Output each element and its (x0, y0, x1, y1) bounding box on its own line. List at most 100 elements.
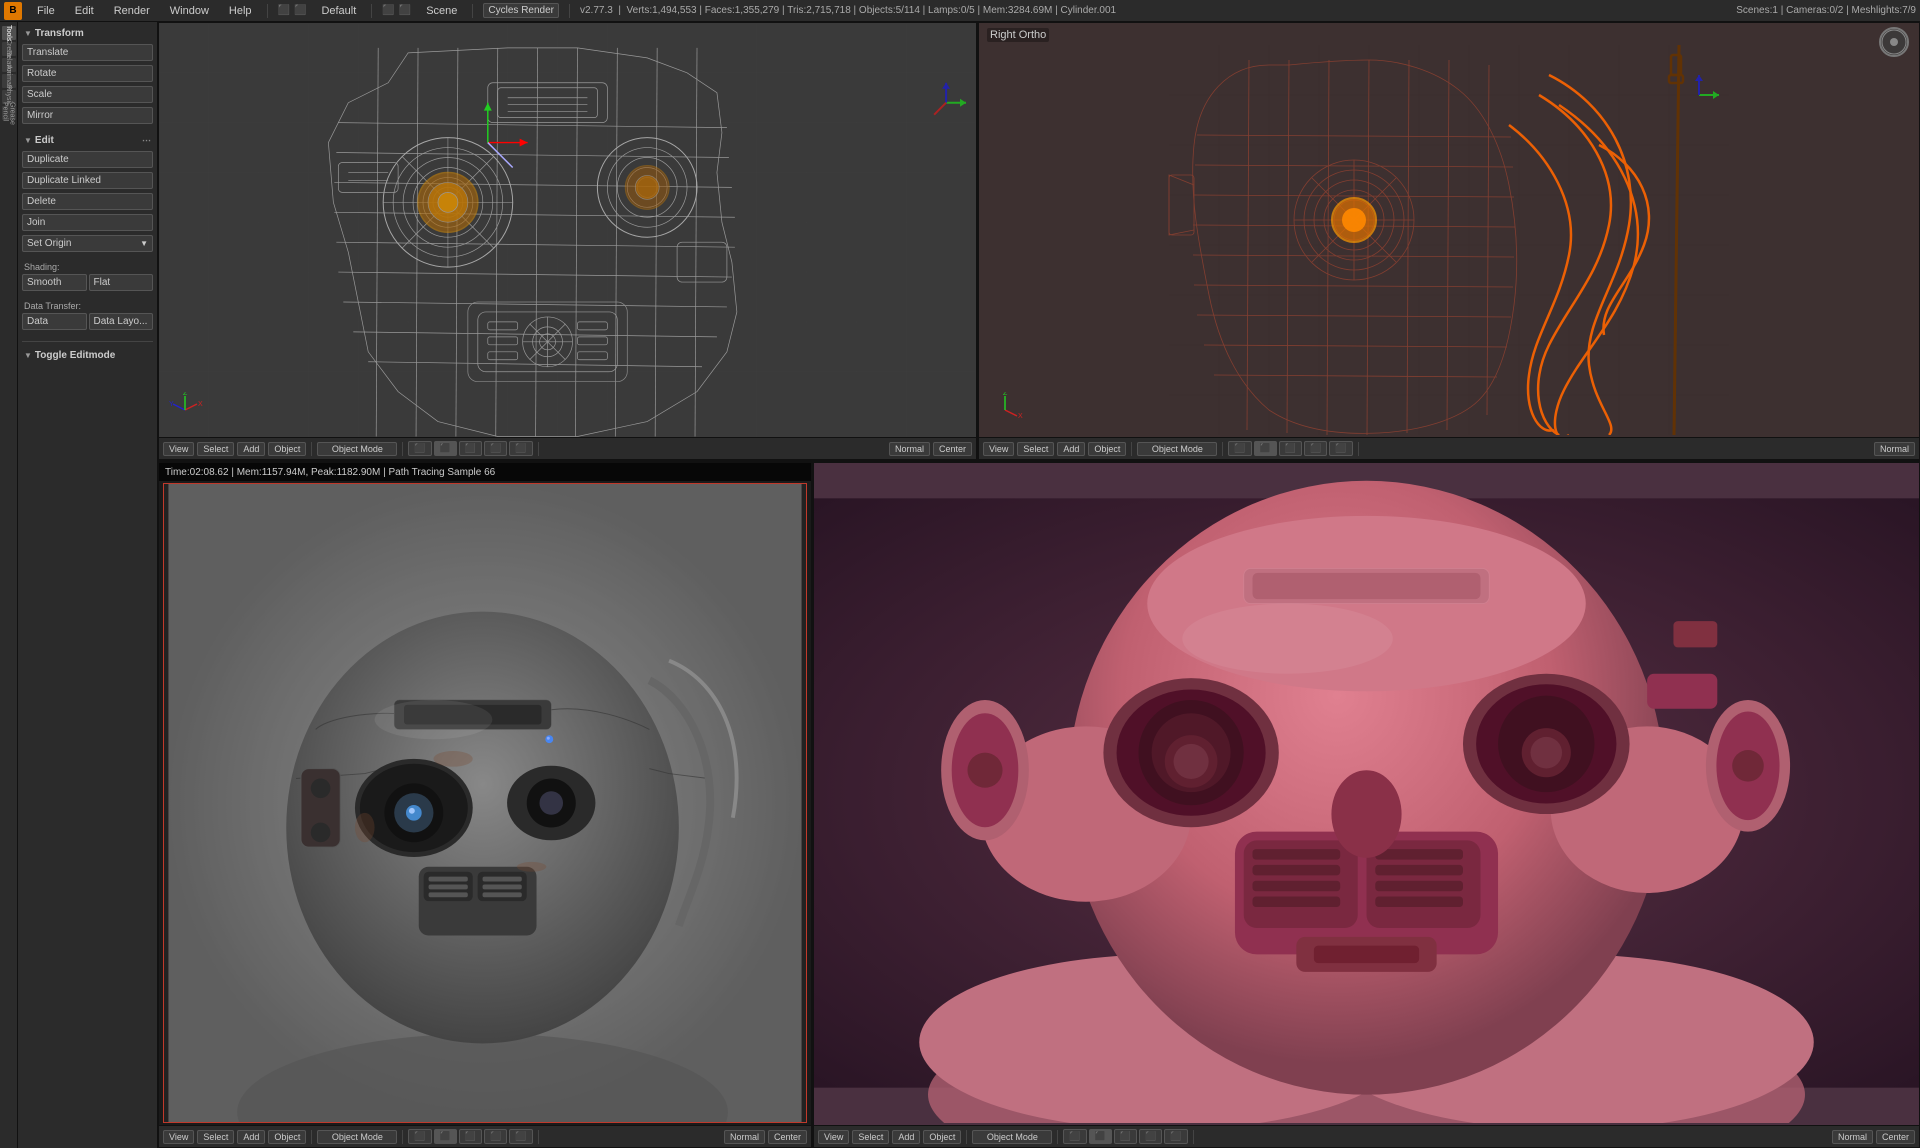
ortho-nav-widget[interactable] (1879, 27, 1909, 57)
duplicate-linked-btn[interactable]: Duplicate Linked (22, 172, 153, 189)
toggle-editmode-header[interactable]: ▼ Toggle Editmode (22, 348, 153, 363)
sculpt-object-btn[interactable]: Object (923, 1130, 961, 1144)
menu-render[interactable]: Render (109, 5, 155, 17)
scale-btn[interactable]: Scale (22, 86, 153, 103)
shading-solid-btn[interactable]: ⬛ (434, 441, 457, 456)
menu-edit[interactable]: Edit (70, 5, 99, 17)
persp-view-btn[interactable]: View (163, 442, 194, 456)
transform-header[interactable]: ▼ Transform (22, 26, 153, 41)
viewport-render[interactable]: Time:02:08.62 | Mem:1157.94M, Peak:1182.… (158, 462, 813, 1148)
persp-add-btn[interactable]: Add (237, 442, 265, 456)
tab-grease-pencil[interactable]: Grease Pencil (2, 106, 16, 120)
render-view-btn[interactable]: View (163, 1130, 194, 1144)
menu-file[interactable]: File (32, 5, 60, 17)
render-select-btn[interactable]: Select (197, 1130, 234, 1144)
shading-material-btn[interactable]: ⬛ (484, 441, 507, 456)
render-toolbar: View Select Add Object Object Mode ⬛ ⬛ ⬛… (159, 1125, 811, 1147)
svg-text:Z: Z (183, 392, 188, 397)
join-btn[interactable]: Join (22, 214, 153, 231)
persp-center-btn[interactable]: Center (933, 442, 972, 456)
ortho-wire-btn[interactable]: ⬛ (1228, 441, 1251, 456)
ortho-object-btn[interactable]: Object (1088, 442, 1126, 456)
ortho-add-btn[interactable]: Add (1057, 442, 1085, 456)
sculpt-select-btn[interactable]: Select (852, 1130, 889, 1144)
data-transfer-section: Data Transfer: Data Data Layo... (22, 300, 153, 331)
blender-icon[interactable]: B (4, 2, 22, 20)
render-tex-btn[interactable]: ⬛ (459, 1129, 482, 1144)
left-sidebar-tabs: Tools Create Relations Animation Physics… (0, 22, 18, 1148)
persp-select-btn[interactable]: Select (197, 442, 234, 456)
persp-mode-btn[interactable]: Object Mode (317, 442, 397, 456)
ortho-tex-btn[interactable]: ⬛ (1279, 441, 1302, 456)
render-add-btn[interactable]: Add (237, 1130, 265, 1144)
viewport-row-bottom: Time:02:08.62 | Mem:1157.94M, Peak:1182.… (158, 462, 1920, 1148)
ortho-mat-btn[interactable]: ⬛ (1304, 441, 1327, 456)
ortho-sep3 (1358, 442, 1359, 456)
sculpt-wire-btn[interactable]: ⬛ (1063, 1129, 1086, 1144)
menu-window[interactable]: Window (165, 5, 214, 17)
sculpt-mat-btn[interactable]: ⬛ (1139, 1129, 1162, 1144)
sculpt-rend-btn[interactable]: ⬛ (1164, 1129, 1187, 1144)
shading-wire-btn[interactable]: ⬛ (408, 441, 431, 456)
sculpt-tex-btn[interactable]: ⬛ (1114, 1129, 1137, 1144)
sculpt-toolbar: View Select Add Object Object Mode ⬛ ⬛ ⬛… (814, 1125, 1919, 1147)
toolbar-sep3 (538, 442, 539, 456)
sculpt-mode-btn[interactable]: Object Mode (972, 1130, 1052, 1144)
toggle-editmode-section: ▼ Toggle Editmode (22, 341, 153, 363)
persp-object-btn[interactable]: Object (268, 442, 306, 456)
ortho-select-btn[interactable]: Select (1017, 442, 1054, 456)
main-layout: Tools Create Relations Animation Physics… (0, 22, 1920, 1148)
sculpt-solid-btn[interactable]: ⬛ (1089, 1129, 1112, 1144)
data-btn[interactable]: Data (22, 313, 87, 330)
render-wire-btn[interactable]: ⬛ (408, 1129, 431, 1144)
mirror-btn[interactable]: Mirror (22, 107, 153, 124)
sculpt-sep3 (1193, 1130, 1194, 1144)
layout-selector[interactable]: Default (316, 5, 361, 17)
version-stats: v2.77.3 | Verts:1,494,553 | Faces:1,355,… (580, 5, 1116, 16)
ortho-solid-btn[interactable]: ⬛ (1254, 441, 1277, 456)
render-center-btn[interactable]: Center (768, 1130, 807, 1144)
render-solid-btn[interactable]: ⬛ (434, 1129, 457, 1144)
render-mat-btn[interactable]: ⬛ (484, 1129, 507, 1144)
scene-selector[interactable]: Scene (421, 5, 462, 17)
ortho-rend-btn[interactable]: ⬛ (1329, 441, 1352, 456)
engine-selector[interactable]: Cycles Render (483, 3, 559, 18)
persp-normal-btn[interactable]: Normal (889, 442, 930, 456)
sculpt-svg (814, 463, 1919, 1123)
viewport-right-ortho[interactable]: Right Ortho (978, 22, 1920, 460)
transform-arrow: ▼ (24, 29, 32, 38)
render-sep1 (311, 1130, 312, 1144)
rotate-btn[interactable]: Rotate (22, 65, 153, 82)
sculpt-view-btn[interactable]: View (818, 1130, 849, 1144)
viewport-user-persp[interactable]: User Persp (158, 22, 978, 460)
ortho-shading-btns: ⬛ ⬛ ⬛ ⬛ ⬛ (1228, 441, 1352, 456)
smooth-btn[interactable]: Smooth (22, 274, 87, 291)
svg-text:X: X (198, 401, 203, 408)
shading-label: Shading: (22, 261, 153, 273)
separator (267, 4, 268, 18)
set-origin-dropdown[interactable]: Set Origin ▼ (22, 235, 153, 252)
render-mode-btn[interactable]: Object Mode (317, 1130, 397, 1144)
sculpt-add-btn[interactable]: Add (892, 1130, 920, 1144)
sculpt-center-btn[interactable]: Center (1876, 1130, 1915, 1144)
sculpt-shading-btns: ⬛ ⬛ ⬛ ⬛ ⬛ (1063, 1129, 1187, 1144)
shading-render-btn[interactable]: ⬛ (509, 441, 532, 456)
render-object-btn[interactable]: Object (268, 1130, 306, 1144)
ortho-mode-btn[interactable]: Object Mode (1137, 442, 1217, 456)
delete-btn[interactable]: Delete (22, 193, 153, 210)
menu-help[interactable]: Help (224, 5, 257, 17)
translate-btn[interactable]: Translate (22, 44, 153, 61)
render-rend-btn[interactable]: ⬛ (509, 1129, 532, 1144)
viewport-sculpt[interactable]: View Select Add Object Object Mode ⬛ ⬛ ⬛… (813, 462, 1920, 1148)
separator3 (472, 4, 473, 18)
edit-header[interactable]: ▼ Edit ⋯ (22, 133, 153, 148)
duplicate-btn[interactable]: Duplicate (22, 151, 153, 168)
render-normal-btn[interactable]: Normal (724, 1130, 765, 1144)
shading-texture-btn[interactable]: ⬛ (459, 441, 482, 456)
ortho-normal-btn[interactable]: Normal (1874, 442, 1915, 456)
data-layout-btn[interactable]: Data Layo... (89, 313, 154, 330)
sculpt-normal-btn[interactable]: Normal (1832, 1130, 1873, 1144)
render-image (163, 483, 807, 1123)
flat-btn[interactable]: Flat (89, 274, 154, 291)
ortho-view-btn[interactable]: View (983, 442, 1014, 456)
